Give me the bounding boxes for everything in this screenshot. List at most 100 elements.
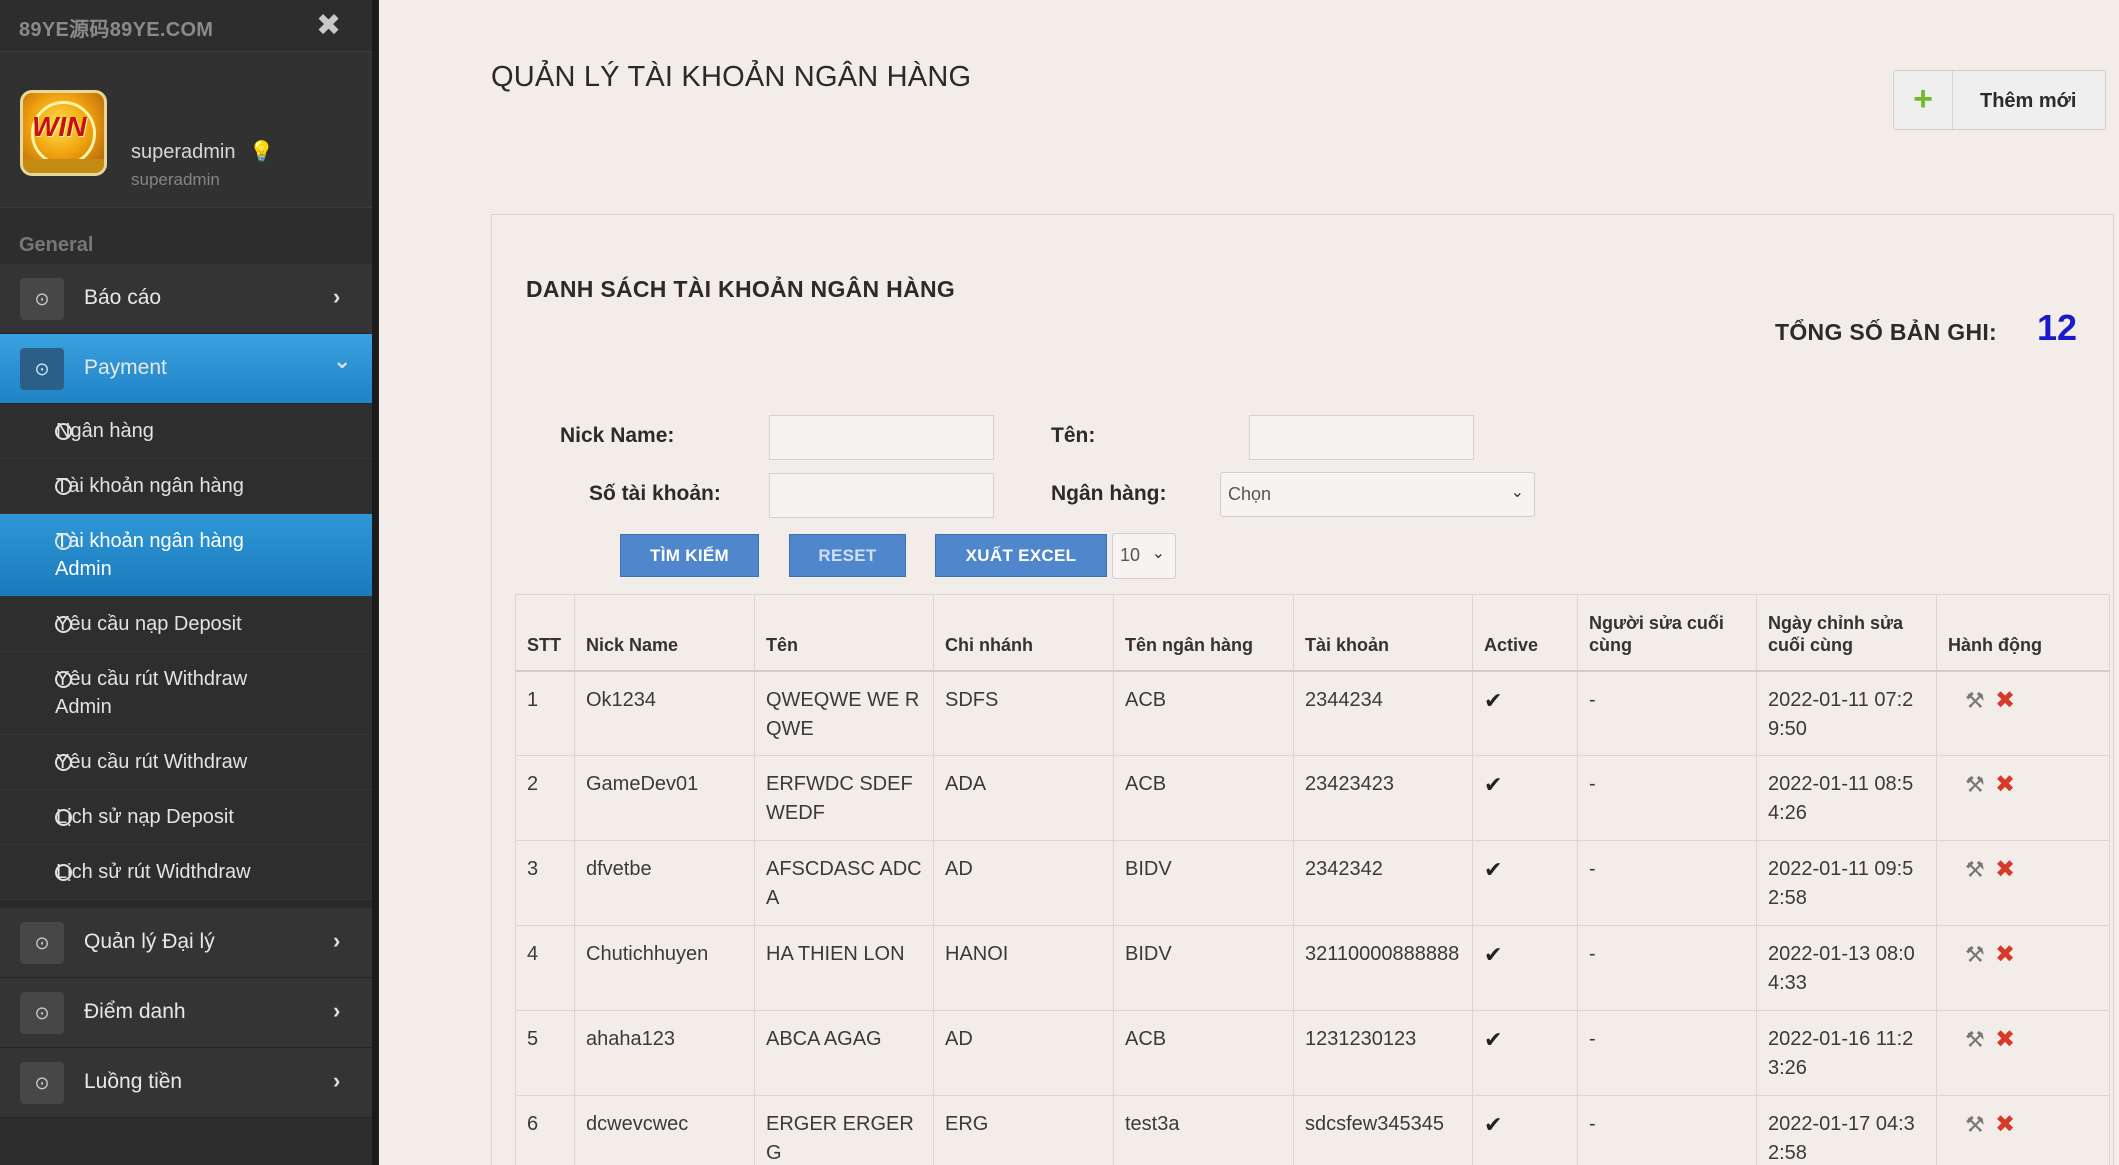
hammer-edit-icon[interactable]: ⚒ [1965, 855, 1995, 884]
cell-last-edited: 2022-01-16 11:23:26 [1756, 1010, 1937, 1096]
cell-actions: ⚒ ✖ [1936, 1010, 2110, 1096]
menu-item-payment[interactable]: ⊙ Payment ⌄ [0, 334, 378, 404]
cell-last-edited: 2022-01-11 07:29:50 [1756, 670, 1937, 756]
cell-last-edited: 2022-01-11 08:54:26 [1756, 755, 1937, 841]
search-button[interactable]: TÌM KIẾM [620, 534, 759, 577]
check-icon: ✔ [1472, 755, 1578, 841]
cell-bank-name: ACB [1113, 1010, 1294, 1096]
reset-button[interactable]: RESET [789, 534, 906, 577]
nick-name-input[interactable] [769, 415, 994, 460]
check-icon: ✔ [1472, 925, 1578, 1011]
cell-actions: ⚒ ✖ [1936, 925, 2110, 1011]
add-new-button[interactable]: + Thêm mới [1893, 70, 2106, 130]
cell-account: 1231230123 [1293, 1010, 1473, 1096]
cell-ten: AFSCDASC ADCA [754, 840, 934, 926]
cell-nick-name: dfvetbe [574, 840, 755, 926]
cell-actions: ⚒ ✖ [1936, 670, 2110, 756]
circle-icon [55, 671, 72, 688]
hammer-edit-icon[interactable]: ⚒ [1965, 940, 1995, 969]
hammer-edit-icon[interactable]: ⚒ [1965, 1110, 1995, 1139]
cell-account: 32110000888888 [1293, 925, 1473, 1011]
gamepad-icon: ⊙ [20, 1062, 64, 1104]
brand-text: 89YE源码89YE.COM [19, 19, 214, 41]
cell-bank-name: ACB [1113, 670, 1294, 756]
cell-actions: ⚒ ✖ [1936, 840, 2110, 926]
chevron-down-icon: ⌄ [333, 348, 352, 373]
avatar[interactable]: WIN [20, 90, 107, 176]
chevron-down-icon: ⌄ [1151, 545, 1165, 562]
hammer-edit-icon[interactable]: ⚒ [1965, 1025, 1995, 1054]
col-header-last-editor[interactable]: Người sửa cuối cùng [1577, 594, 1757, 672]
circle-icon [55, 754, 72, 771]
hammer-edit-icon[interactable]: ⚒ [1965, 770, 1995, 799]
sub-item-label-line2: Admin [55, 558, 112, 580]
sub-item-label: Yêu cầu nạp Deposit [56, 613, 242, 635]
table-row: 1 Ok1234 QWEQWE WE RQWE SDFS ACB 2344234… [515, 670, 2110, 756]
total-records-label: TỔNG SỐ BẢN GHI: [1775, 319, 1998, 345]
page-size-select[interactable]: 10 ⌄ [1112, 533, 1176, 579]
sub-item-label: Yêu cầu rút Withdraw [56, 751, 248, 773]
chevron-right-icon: › [333, 928, 341, 953]
bank-select-value: Chọn [1228, 484, 1272, 504]
user-name[interactable]: superadmin [131, 141, 236, 164]
cell-last-editor: - [1577, 840, 1757, 926]
user-profile: WIN superadmin 💡 superadmin [0, 52, 378, 208]
sub-item-tai-khoan-ngan-hang-admin[interactable]: Tài khoản ngân hàng Admin [0, 514, 378, 597]
delete-x-icon[interactable]: ✖ [1995, 855, 2025, 884]
bank-select[interactable]: Chọn ⌄ [1220, 472, 1535, 517]
ten-label: Tên: [1051, 424, 1096, 447]
menu-item-label: Quản lý Đại lý [84, 930, 215, 953]
table-row: 3 dfvetbe AFSCDASC ADCA AD BIDV 2342342 … [515, 840, 2110, 926]
cell-bank-name: test3a [1113, 1095, 1294, 1165]
sub-item-lich-su-rut-withdraw[interactable]: Lịch sử rút Widthdraw [0, 845, 378, 900]
key-icon: 💡 [249, 141, 274, 163]
sub-item-yeu-cau-rut-withdraw-admin[interactable]: Yêu cầu rút Withdraw Admin [0, 652, 378, 735]
col-header-nick-name[interactable]: Nick Name [574, 594, 755, 672]
col-header-last-edited[interactable]: Ngày chỉnh sửa cuối cùng [1756, 594, 1937, 672]
cell-nick-name: GameDev01 [574, 755, 755, 841]
sub-item-yeu-cau-rut-withdraw[interactable]: Yêu cầu rút Withdraw [0, 735, 378, 790]
bank-accounts-table: STT Nick Name Tên Chi nhánh Tên ngân hàn… [515, 594, 2110, 1165]
ten-input[interactable] [1249, 415, 1474, 460]
close-icon[interactable]: ✖ [316, 8, 341, 43]
nick-name-label: Nick Name: [560, 424, 675, 447]
col-header-ten[interactable]: Tên [754, 594, 934, 672]
export-excel-button[interactable]: XUẤT EXCEL [935, 534, 1107, 577]
total-records-value: 12 [2037, 307, 2078, 348]
col-header-account[interactable]: Tài khoản [1293, 594, 1473, 672]
menu-item-diem-danh[interactable]: ⊙ Điểm danh › [0, 978, 378, 1048]
delete-x-icon[interactable]: ✖ [1995, 1110, 2025, 1139]
col-header-branch[interactable]: Chi nhánh [933, 594, 1114, 672]
col-header-stt[interactable]: STT [515, 594, 575, 672]
cell-branch: AD [933, 840, 1114, 926]
cell-nick-name: dcwevcwec [574, 1095, 755, 1165]
account-number-input[interactable] [769, 473, 994, 518]
menu-item-quan-ly-dai-ly[interactable]: ⊙ Quản lý Đại lý › [0, 908, 378, 978]
sub-item-yeu-cau-nap-deposit[interactable]: Yêu cầu nạp Deposit [0, 597, 378, 652]
cell-branch: SDFS [933, 670, 1114, 756]
delete-x-icon[interactable]: ✖ [1995, 770, 2025, 799]
hammer-edit-icon[interactable]: ⚒ [1965, 686, 1995, 715]
sub-item-tai-khoan-ngan-hang[interactable]: Tài khoản ngân hàng [0, 459, 378, 514]
sub-item-label: Lịch sử nạp Deposit [56, 806, 234, 828]
sub-item-lich-su-nap-deposit[interactable]: Lịch sử nạp Deposit [0, 790, 378, 845]
delete-x-icon[interactable]: ✖ [1995, 686, 2025, 715]
col-header-bank-name[interactable]: Tên ngân hàng [1113, 594, 1294, 672]
sub-item-label: Yêu cầu rút Withdraw [56, 668, 248, 690]
cell-nick-name: ahaha123 [574, 1010, 755, 1096]
menu-item-luong-tien[interactable]: ⊙ Luồng tiền › [0, 1048, 378, 1118]
chevron-right-icon: › [333, 998, 341, 1023]
delete-x-icon[interactable]: ✖ [1995, 940, 2025, 969]
sidebar-scrollbar[interactable] [372, 0, 378, 1165]
delete-x-icon[interactable]: ✖ [1995, 1025, 2025, 1054]
sub-item-label: Tài khoản ngân hàng [56, 530, 244, 552]
sub-item-ngan-hang[interactable]: Ngân hàng [0, 404, 378, 459]
main-content: QUẢN LÝ TÀI KHOẢN NGÂN HÀNG + Thêm mới D… [379, 0, 2119, 1165]
account-number-label: Số tài khoản: [589, 482, 721, 505]
col-header-active[interactable]: Active [1472, 594, 1578, 672]
cell-account: 23423423 [1293, 755, 1473, 841]
table-row: 4 Chutichhuyen HA THIEN LON HANOI BIDV 3… [515, 925, 2110, 1011]
sidebar-header: 89YE源码89YE.COM ✖ [0, 0, 378, 52]
cell-actions: ⚒ ✖ [1936, 1095, 2110, 1165]
menu-item-bao-cao[interactable]: ⊙ Báo cáo › [0, 264, 378, 334]
